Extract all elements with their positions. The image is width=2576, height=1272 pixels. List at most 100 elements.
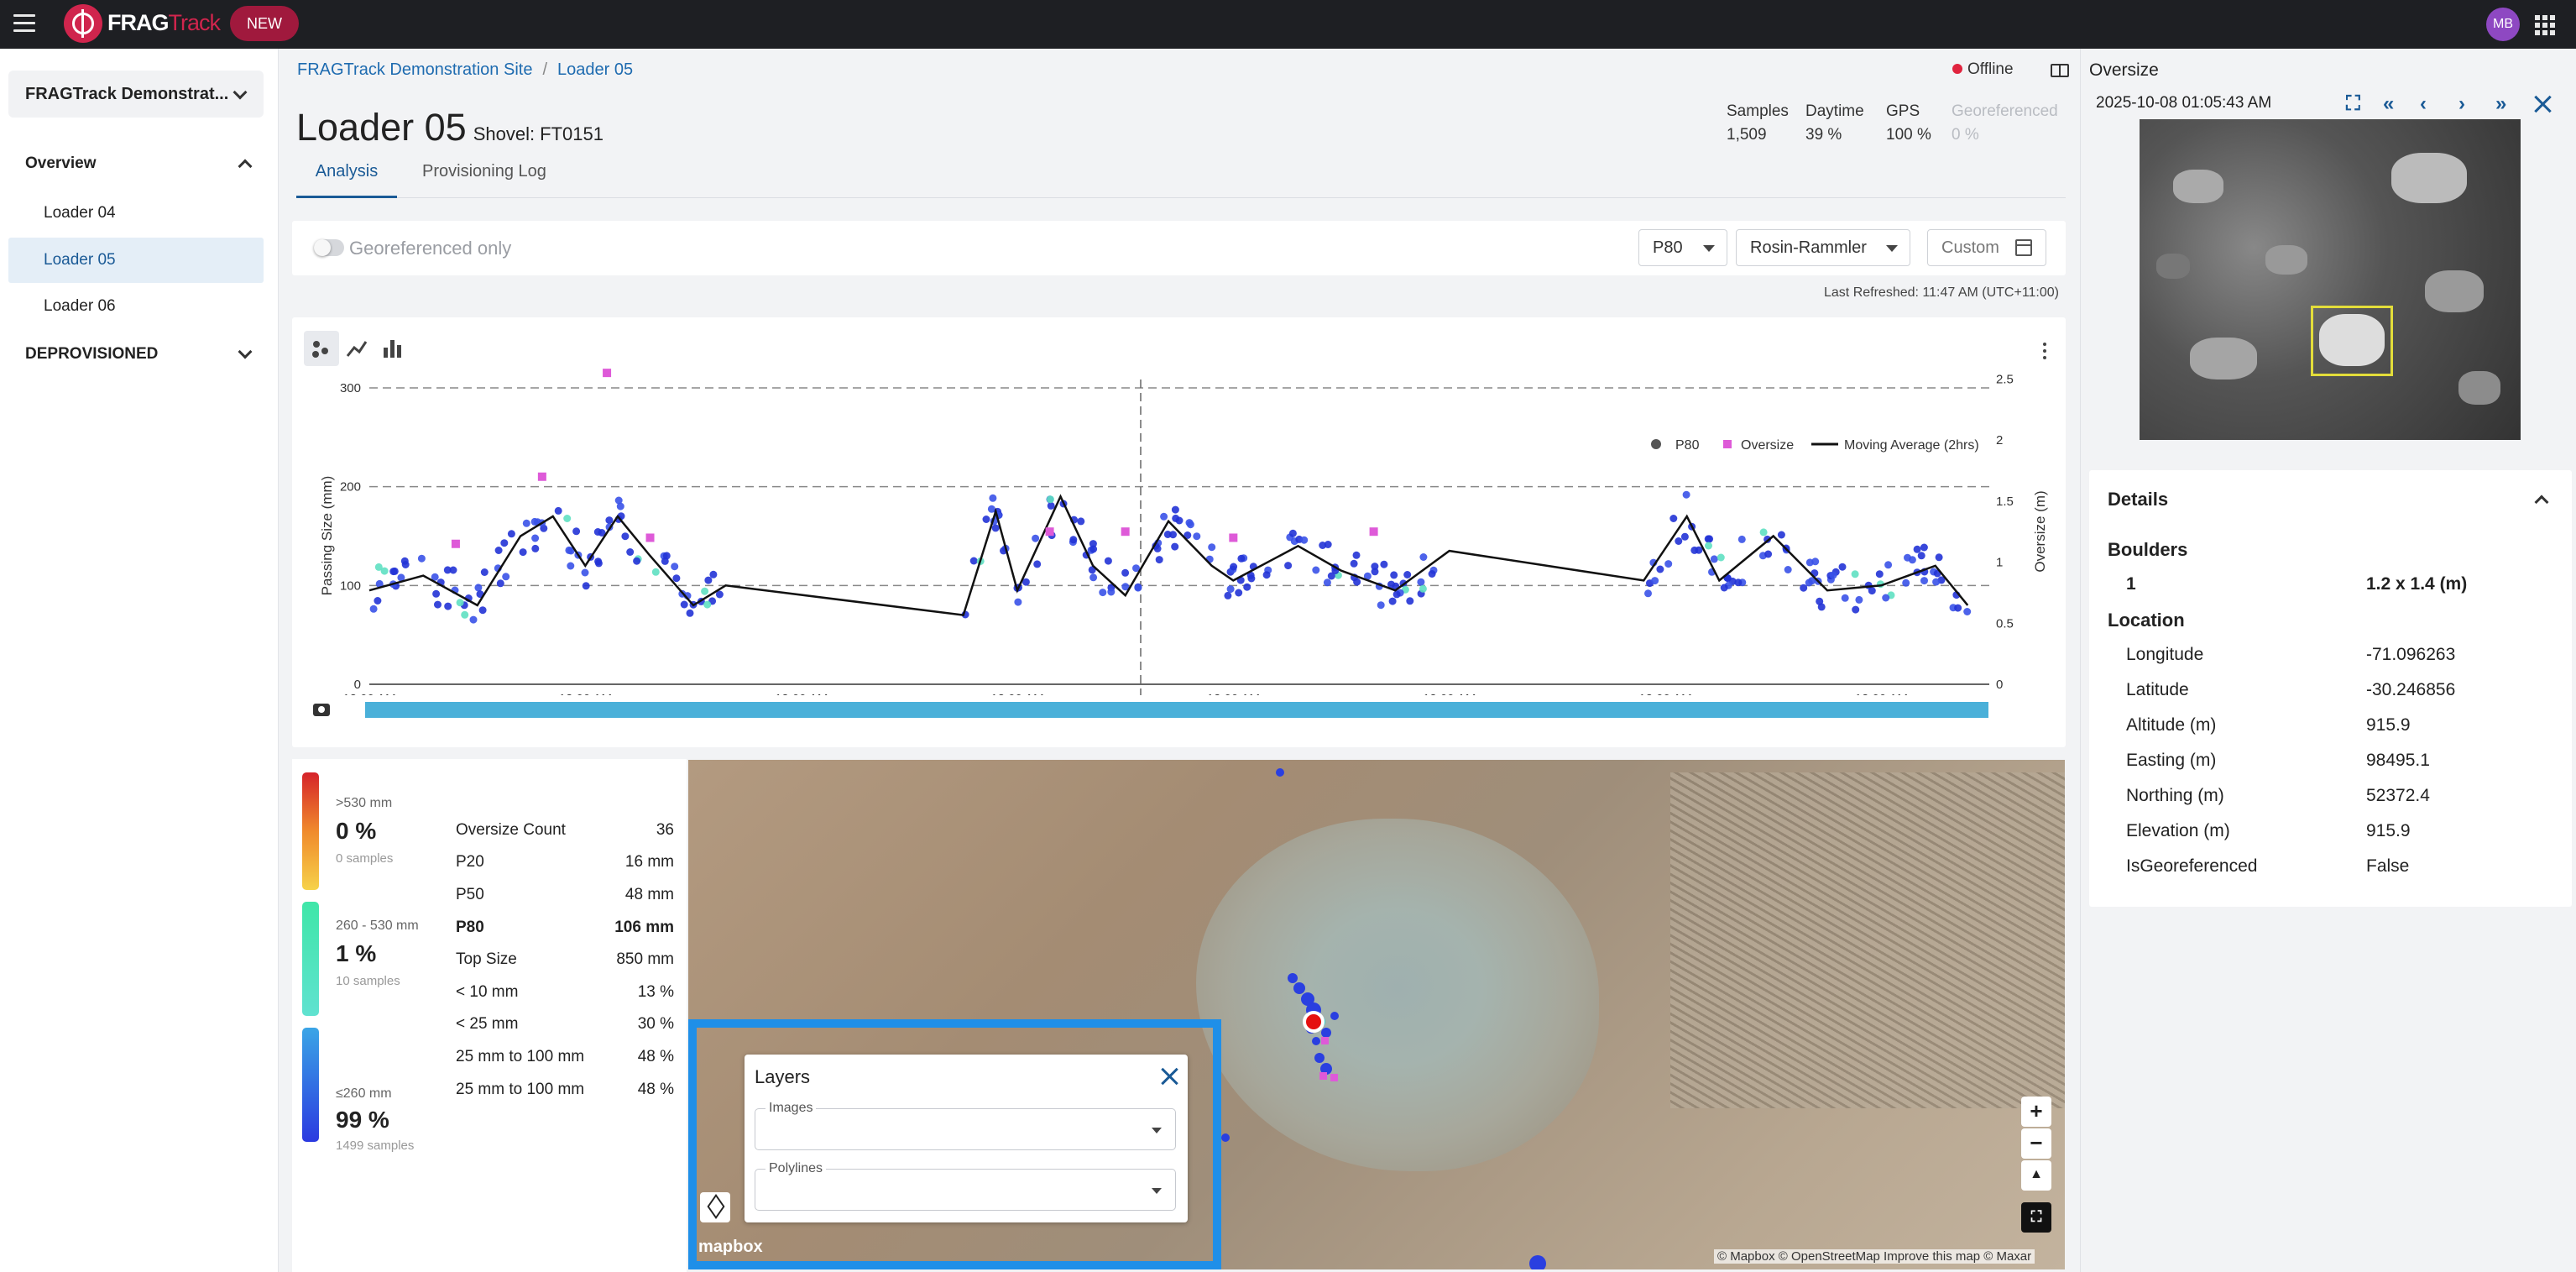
sidebar-item-loader-04[interactable]: Loader 04 — [8, 191, 264, 236]
location-row: Elevation (m) 915.9 — [2126, 821, 2411, 840]
last-image-icon[interactable]: » — [2495, 92, 2506, 116]
oversize-point — [537, 472, 546, 481]
nav-section-deprovisioned[interactable]: DEPROVISIONED — [25, 344, 253, 364]
chevron-up-icon[interactable] — [2534, 495, 2549, 510]
band-samples: 1499 samples — [336, 1139, 415, 1153]
page-subtitle: Shovel: FT0151 — [473, 123, 604, 144]
close-panel-icon[interactable] — [2534, 96, 2551, 113]
p80-point — [626, 548, 635, 556]
details-card: Details Boulders 1 1.2 x 1.4 (m) Location… — [2089, 470, 2572, 907]
chart-grid — [369, 380, 1989, 695]
p80-point — [1121, 568, 1130, 577]
oversize-panel: Oversize 2025-10-08 01:05:43 AM ⛶ « ‹ › … — [2051, 49, 2576, 1272]
zoom-in-button[interactable]: + — [2021, 1097, 2051, 1127]
date-range-select[interactable]: Custom — [1927, 229, 2046, 266]
camera-icon[interactable] — [313, 704, 330, 716]
p80-point — [563, 515, 572, 522]
x-tick-time: 12:00 AM — [1207, 692, 1260, 695]
images-select[interactable]: Images — [755, 1101, 1176, 1150]
breadcrumb: FRAGTrack Demonstration Site / Loader 05 — [297, 60, 634, 79]
percentile-select[interactable]: P80 — [1638, 229, 1727, 266]
previous-image-icon[interactable]: ‹ — [2420, 92, 2427, 116]
p80-point — [1816, 597, 1824, 605]
x-tick-time: 12:00 AM — [342, 692, 395, 695]
p80-point — [434, 600, 442, 609]
site-selector[interactable]: FRAGTrack Demonstrat... — [8, 71, 264, 118]
distribution-summary: >530 mm 0 % 0 samples 260 - 530 mm 1 % 1… — [292, 759, 687, 1272]
tab-provisioning-log[interactable]: Provisioning Log — [422, 154, 546, 198]
p80-point — [621, 532, 630, 541]
oversize-point — [1045, 527, 1054, 537]
layers-icon[interactable] — [700, 1192, 730, 1222]
moving-average-line — [368, 494, 1969, 616]
legend-p80-label: P80 — [1675, 438, 1700, 453]
p80-point — [531, 544, 540, 552]
breadcrumb-site-link[interactable]: FRAGTrack Demonstration Site — [297, 60, 532, 79]
stat-gps: GPS 100 % — [1886, 102, 1931, 144]
oversize-image[interactable] — [2140, 119, 2521, 440]
p80-point — [982, 516, 990, 523]
first-image-icon[interactable]: « — [2383, 92, 2394, 116]
p80-point — [519, 548, 527, 557]
p80-point — [1954, 604, 1962, 612]
passing-size-chart[interactable]: P80 Oversize Moving Average (2hrs) 0100200… — [292, 317, 2066, 695]
p80-point — [1664, 560, 1673, 568]
p80-point — [1193, 532, 1201, 541]
oversize-gradient-low — [302, 1028, 319, 1142]
p80-point — [1327, 572, 1335, 580]
p80-point — [1089, 573, 1098, 582]
map-toggle-icon[interactable] — [2051, 64, 2069, 77]
sidebar-item-loader-05[interactable]: Loader 05 — [8, 238, 264, 283]
p80-point — [1904, 553, 1911, 562]
polylines-select[interactable]: Polylines — [755, 1161, 1176, 1211]
p80-point — [1033, 560, 1042, 568]
summary-row: Oversize Count 36 — [456, 821, 674, 839]
p80-point — [989, 494, 997, 502]
oversize-gradient-mid — [302, 902, 319, 1016]
breadcrumb-loader-link[interactable]: Loader 05 — [557, 60, 633, 79]
p80-point — [554, 506, 562, 515]
p80-point — [1417, 578, 1425, 586]
p80-point — [1388, 597, 1397, 605]
apps-grid-icon[interactable] — [2535, 15, 2555, 35]
next-image-icon[interactable]: › — [2458, 92, 2465, 116]
summary-row: P80 106 mm — [456, 919, 674, 936]
nav-section-overview[interactable]: Overview — [25, 154, 253, 174]
georeferenced-toggle[interactable] — [314, 239, 344, 256]
p80-point — [1838, 563, 1847, 571]
y2-tick-label: 2 — [1996, 433, 2003, 448]
p80-point — [449, 566, 457, 574]
time-range-slider[interactable] — [365, 702, 1988, 718]
p80-point — [1734, 578, 1743, 587]
user-avatar[interactable]: MB — [2486, 8, 2520, 41]
x-tick-time: 12:00 AM — [1423, 692, 1476, 695]
y2-tick-label: 0.5 — [1996, 616, 2014, 631]
p80-point — [1224, 591, 1232, 599]
p80-point — [478, 606, 487, 615]
p80-point — [1656, 565, 1664, 573]
p80-point — [701, 587, 709, 595]
site-selector-label: FRAGTrack Demonstrat... — [25, 85, 229, 103]
p80-point — [1134, 584, 1142, 592]
sidebar-item-loader-06[interactable]: Loader 06 — [8, 284, 264, 329]
oversize-point — [1229, 533, 1238, 542]
location-row: Northing (m) 52372.4 — [2126, 786, 2430, 805]
caret-down-icon — [1152, 1128, 1162, 1133]
menu-icon[interactable] — [13, 14, 35, 34]
zoom-out-button[interactable]: − — [2021, 1128, 2051, 1159]
compass-icon[interactable]: ▲ — [2021, 1160, 2051, 1191]
fullscreen-image-icon[interactable]: ⛶ — [2346, 92, 2360, 116]
last-refreshed: Last Refreshed: 11:47 AM (UTC+11:00) — [1824, 285, 2059, 300]
y-tick-label: 200 — [340, 480, 361, 495]
new-badge[interactable]: NEW — [230, 6, 299, 41]
tab-analysis[interactable]: Analysis — [296, 154, 397, 198]
p80-point — [572, 527, 581, 536]
p80-point — [1237, 554, 1246, 563]
chart-points — [369, 490, 1972, 624]
model-select[interactable]: Rosin-Rammler — [1736, 229, 1910, 266]
p80-point — [456, 599, 464, 607]
fullscreen-icon[interactable]: ⛶ — [2021, 1202, 2051, 1233]
p80-point — [1428, 570, 1436, 578]
status-badge: Offline — [1952, 60, 2014, 79]
close-icon[interactable] — [1161, 1068, 1178, 1085]
